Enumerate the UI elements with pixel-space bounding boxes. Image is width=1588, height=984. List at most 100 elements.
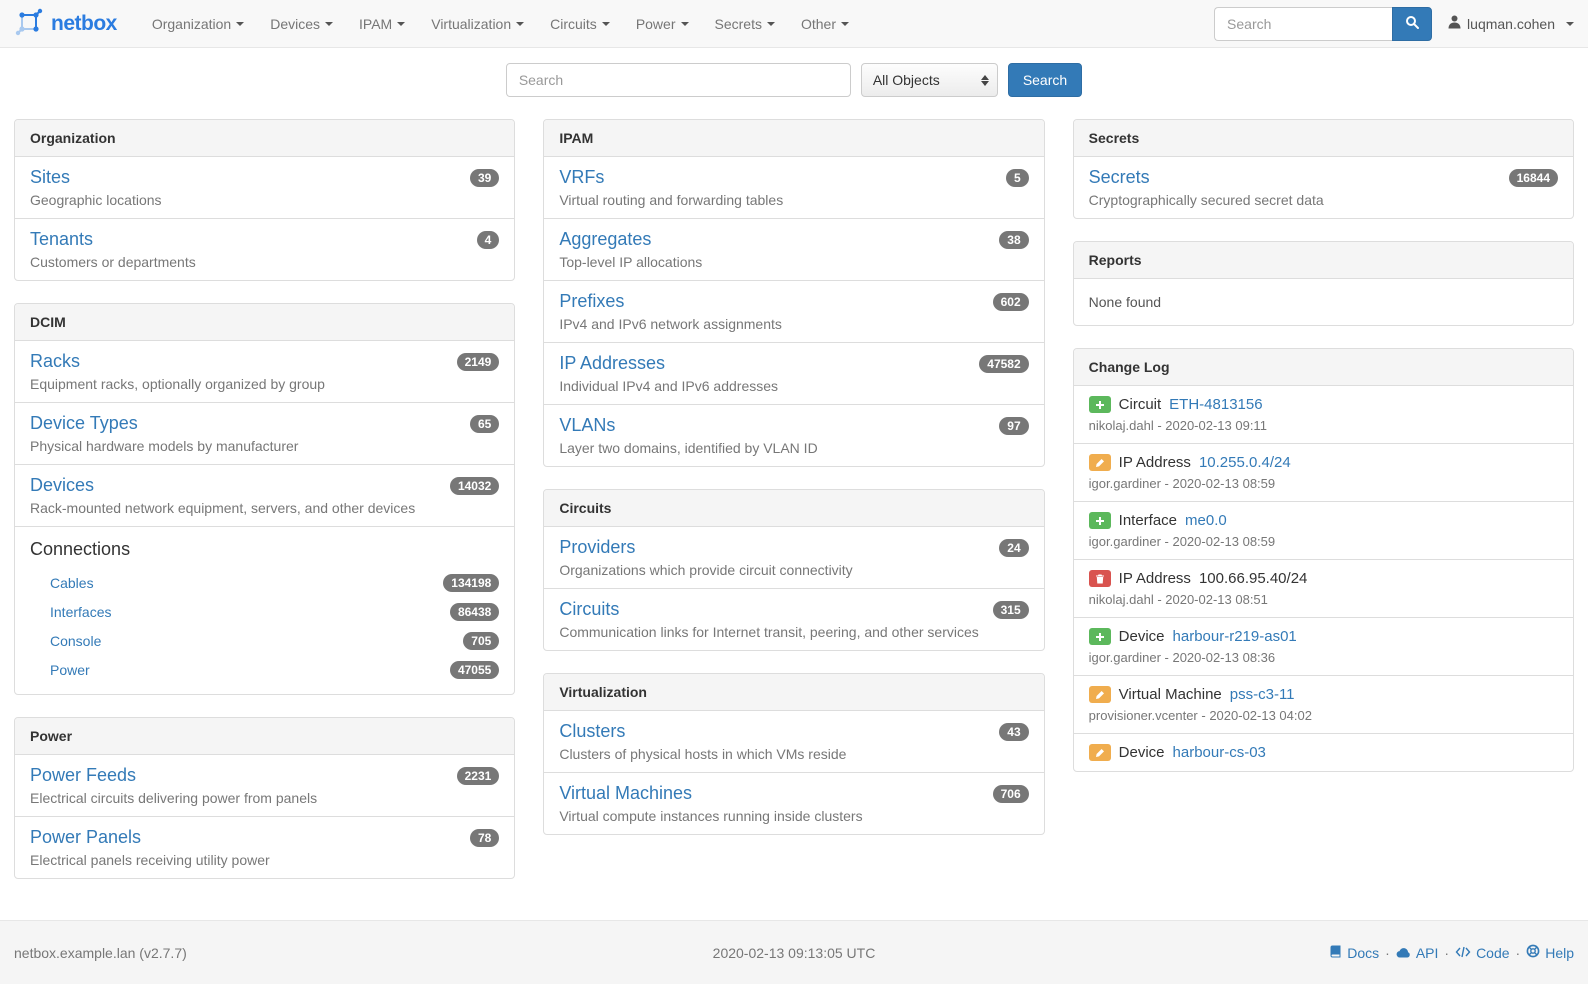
item-description: Top-level IP allocations xyxy=(559,254,1028,270)
navbar: netbox Organization Devices IPAM Virtual… xyxy=(0,0,1588,48)
count-badge: 65 xyxy=(470,415,499,433)
user-menu[interactable]: luqman.cohen xyxy=(1448,15,1574,32)
nav-item-power[interactable]: Power xyxy=(623,2,702,46)
separator-dot: · xyxy=(1444,945,1449,961)
item-link-ip-addresses[interactable]: IP Addresses xyxy=(559,353,665,374)
changelog-object-type: Device xyxy=(1119,628,1165,645)
nav-item-devices[interactable]: Devices xyxy=(257,2,346,46)
panel-power: Power Power Feeds 2231 Electrical circui… xyxy=(14,717,515,879)
nav-item-organization[interactable]: Organization xyxy=(139,2,257,46)
item-link-clusters[interactable]: Clusters xyxy=(559,721,625,742)
list-item: Power 47055 xyxy=(30,655,499,684)
list-item: Prefixes 602 IPv4 and IPv6 network assig… xyxy=(544,280,1043,342)
changelog-object-link[interactable]: harbour-cs-03 xyxy=(1173,744,1266,761)
item-link-devices[interactable]: Devices xyxy=(30,475,94,496)
changelog-entry: Circuit ETH-4813156 nikolaj.dahl - 2020-… xyxy=(1074,386,1573,443)
global-search-input[interactable] xyxy=(506,63,851,97)
brand[interactable]: netbox xyxy=(14,7,117,40)
footer-link-api[interactable]: API xyxy=(1396,945,1439,961)
list-item: Power Panels 78 Electrical panels receiv… xyxy=(15,816,514,878)
item-description: Individual IPv4 and IPv6 addresses xyxy=(559,378,1028,394)
item-link-prefixes[interactable]: Prefixes xyxy=(559,291,624,312)
count-badge: 705 xyxy=(463,632,499,650)
nav-item-circuits[interactable]: Circuits xyxy=(537,2,623,46)
item-description: Clusters of physical hosts in which VMs … xyxy=(559,746,1028,762)
item-description: Communication links for Internet transit… xyxy=(559,624,1028,640)
navbar-search-button[interactable] xyxy=(1392,7,1432,41)
panel-title: Virtualization xyxy=(544,674,1043,711)
navbar-search-input[interactable] xyxy=(1214,7,1392,41)
panel-secrets: Secrets Secrets 16844 Cryptographically … xyxy=(1073,119,1574,219)
count-badge: 39 xyxy=(470,169,499,187)
nav-item-virtualization[interactable]: Virtualization xyxy=(418,2,537,46)
footer-links: Docs · API · Code · xyxy=(1329,944,1574,961)
footer-link-code[interactable]: Code xyxy=(1455,945,1509,961)
list-item: Providers 24 Organizations which provide… xyxy=(544,527,1043,588)
list-item: Interfaces 86438 xyxy=(30,597,499,626)
footer-link-help[interactable]: Help xyxy=(1526,944,1574,961)
edit-icon xyxy=(1089,744,1111,761)
list-item: Device Types 65 Physical hardware models… xyxy=(15,402,514,464)
item-link-virtual-machines[interactable]: Virtual Machines xyxy=(559,783,692,804)
changelog-entry: Device harbour-r219-as01 igor.gardiner -… xyxy=(1074,617,1573,675)
list-item: VLANs 97 Layer two domains, identified b… xyxy=(544,404,1043,466)
caret-down-icon xyxy=(681,22,689,26)
changelog-object-link[interactable]: 10.255.0.4/24 xyxy=(1199,454,1291,471)
list-item: Racks 2149 Equipment racks, optionally o… xyxy=(15,341,514,402)
item-link-console[interactable]: Console xyxy=(50,633,101,649)
item-link-racks[interactable]: Racks xyxy=(30,351,80,372)
item-description: Layer two domains, identified by VLAN ID xyxy=(559,440,1028,456)
global-search-row: All Objects Search xyxy=(0,63,1588,97)
netbox-dashboard-page: netbox Organization Devices IPAM Virtual… xyxy=(0,0,1588,984)
global-search-button[interactable]: Search xyxy=(1008,63,1082,97)
item-link-sites[interactable]: Sites xyxy=(30,167,70,188)
list-item: Power Feeds 2231 Electrical circuits del… xyxy=(15,755,514,816)
panel-title: Change Log xyxy=(1074,349,1573,386)
item-link-aggregates[interactable]: Aggregates xyxy=(559,229,651,250)
item-link-power-connections[interactable]: Power xyxy=(50,662,90,678)
changelog-object-link[interactable]: ETH-4813156 xyxy=(1169,396,1262,413)
item-link-vlans[interactable]: VLANs xyxy=(559,415,615,436)
changelog-object-link[interactable]: pss-c3-11 xyxy=(1230,686,1295,703)
object-type-select[interactable]: All Objects xyxy=(861,63,998,97)
item-description: Electrical circuits delivering power fro… xyxy=(30,790,499,806)
item-link-power-panels[interactable]: Power Panels xyxy=(30,827,141,848)
nav-item-secrets[interactable]: Secrets xyxy=(702,2,788,46)
changelog-entry: IP Address 10.255.0.4/24 igor.gardiner -… xyxy=(1074,443,1573,501)
item-description: Geographic locations xyxy=(30,192,499,208)
item-description: Cryptographically secured secret data xyxy=(1089,192,1558,208)
create-icon xyxy=(1089,396,1111,413)
count-badge: 86438 xyxy=(450,603,499,621)
item-link-interfaces[interactable]: Interfaces xyxy=(50,604,111,620)
item-description: Virtual routing and forwarding tables xyxy=(559,192,1028,208)
changelog-object-type: Interface xyxy=(1119,512,1177,529)
item-link-cables[interactable]: Cables xyxy=(50,575,94,591)
item-link-power-feeds[interactable]: Power Feeds xyxy=(30,765,136,786)
count-badge: 43 xyxy=(999,723,1028,741)
column-middle: IPAM VRFs 5 Virtual routing and forwardi… xyxy=(543,119,1044,857)
item-link-tenants[interactable]: Tenants xyxy=(30,229,93,250)
item-link-circuits[interactable]: Circuits xyxy=(559,599,619,620)
count-badge: 47055 xyxy=(450,661,499,679)
footer-link-docs[interactable]: Docs xyxy=(1329,945,1379,961)
footer-host-version: netbox.example.lan (v2.7.7) xyxy=(14,945,713,961)
count-badge: 47582 xyxy=(979,355,1028,373)
item-description: IPv4 and IPv6 network assignments xyxy=(559,316,1028,332)
list-item: VRFs 5 Virtual routing and forwarding ta… xyxy=(544,157,1043,218)
changelog-entry: Device harbour-cs-03 xyxy=(1074,733,1573,771)
changelog-meta: igor.gardiner - 2020-02-13 08:59 xyxy=(1089,534,1558,549)
changelog-object-type: IP Address xyxy=(1119,570,1191,587)
item-link-secrets[interactable]: Secrets xyxy=(1089,167,1150,188)
changelog-entry: IP Address 100.66.95.40/24 nikolaj.dahl … xyxy=(1074,559,1573,617)
changelog-object-link[interactable]: me0.0 xyxy=(1185,512,1227,529)
panel-title: IPAM xyxy=(544,120,1043,157)
nav-item-ipam[interactable]: IPAM xyxy=(346,2,418,46)
changelog-object-link[interactable]: harbour-r219-as01 xyxy=(1173,628,1297,645)
select-stepper-icon xyxy=(981,75,989,86)
item-description: Organizations which provide circuit conn… xyxy=(559,562,1028,578)
changelog-entry: Interface me0.0 igor.gardiner - 2020-02-… xyxy=(1074,501,1573,559)
item-link-vrfs[interactable]: VRFs xyxy=(559,167,604,188)
item-link-device-types[interactable]: Device Types xyxy=(30,413,138,434)
item-link-providers[interactable]: Providers xyxy=(559,537,635,558)
nav-item-other[interactable]: Other xyxy=(788,2,862,46)
